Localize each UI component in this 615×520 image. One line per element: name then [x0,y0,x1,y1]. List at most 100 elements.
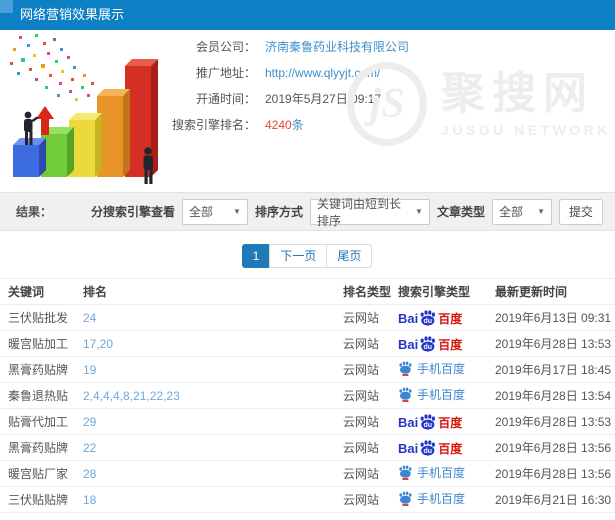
keyword-cell: 暖宫贴厂家 [0,461,80,487]
baidu-logo: Baidu百度 [398,440,462,455]
header-section: 会员公司： 济南秦鲁药业科技有限公司 推广地址： http://www.qlyy… [0,30,615,192]
chevron-down-icon: ▼ [415,207,423,216]
chevron-down-icon: ▼ [233,207,241,216]
next-page-button[interactable]: 下一页 [269,244,327,268]
rank-count-label: 搜索引擎排名： [168,116,256,133]
member-company-label: 会员公司： [168,38,256,55]
baidu-paw-icon: du [419,414,437,430]
baidu-paw-icon: du [419,440,437,456]
updated-cell: 2019年6月17日 18:45 [492,357,615,383]
rank-type-cell: 云网站 [340,487,395,513]
keyword-cell: 三伏贴批发 [0,305,80,331]
last-page-button[interactable]: 尾页 [326,244,372,268]
rank-type-cell: 云网站 [340,461,395,487]
table-row: 黑膏药贴牌22云网站Baidu百度 2019年6月28日 13:56 [0,435,615,461]
col-keyword: 关键词 [0,279,80,305]
keyword-cell: 黑膏药贴牌 [0,435,80,461]
svg-text:du: du [424,448,433,455]
rank-cell[interactable]: 18 [80,487,340,513]
updated-cell: 2019年6月28日 13:54 [492,383,615,409]
tab-corner-accent [0,0,13,13]
sort-selected: 关键词由短到长排序 [317,195,410,229]
mobile-baidu-logo: 手机百度 [398,490,465,507]
article-type-label: 文章类型 [437,203,485,220]
submit-button[interactable]: 提交 [559,199,603,225]
open-time-value: 2019年5月27日 09:17 [265,90,381,107]
col-updated: 最新更新时间 [492,279,615,305]
updated-cell: 2019年6月13日 09:31 [492,305,615,331]
baidu-paw-icon: du [419,336,437,352]
mobile-baidu-logo: 手机百度 [398,386,465,403]
keyword-cell: 暖宫贴加工 [0,331,80,357]
engine-cell: Baidu百度 [395,435,492,461]
table-row: 贴膏代加工29云网站Baidu百度2019年6月28日 13:53 [0,409,615,435]
engine-cell: Baidu百度 [395,409,492,435]
engine-cell: 手机百度 [395,461,492,487]
svg-text:du: du [424,344,433,351]
mobile-baidu-logo: 手机百度 [398,464,465,481]
rank-cell[interactable]: 22 [80,435,340,461]
col-rank-type: 排名类型 [340,279,395,305]
updated-cell: 2019年6月28日 13:56 [492,461,615,487]
table-row: 三伏贴批发24云网站Baidu百度2019年6月13日 09:31 [0,305,615,331]
member-company-row: 会员公司： 济南秦鲁药业科技有限公司 [168,38,409,55]
baidu-logo: Baidu百度 [398,414,462,429]
rank-cell[interactable]: 24 [80,305,340,331]
page-title: 网络营销效果展示 [20,0,124,30]
engine-cell: Baidu百度 [395,305,492,331]
sort-label: 排序方式 [255,203,303,220]
filter-bar: 结果： 分搜索引擎查看 全部 ▼ 排序方式 关键词由短到长排序 ▼ 文章类型 全… [0,192,615,231]
engine-cell: 手机百度 [395,383,492,409]
engine-cell: 手机百度 [395,487,492,513]
mobile-baidu-paw-icon [398,387,413,402]
mobile-baidu-paw-icon [398,465,413,480]
col-engine-type: 搜索引擎类型 [395,279,492,305]
rank-cell[interactable]: 17,20 [80,331,340,357]
table-row: 暖宫贴厂家28云网站手机百度 2019年6月28日 13:56 [0,461,615,487]
baidu-paw-icon: du [419,310,437,326]
watermark-name: 聚搜网 [441,70,611,118]
page-button-1[interactable]: 1 [242,244,271,268]
rank-cell[interactable]: 28 [80,461,340,487]
updated-cell: 2019年6月28日 13:56 [492,435,615,461]
rank-cell[interactable]: 2,4,4,4,8,21,22,23 [80,383,340,409]
engine-view-selected: 全部 [189,203,213,220]
promo-url-label: 推广地址： [168,64,256,81]
updated-cell: 2019年6月21日 16:30 [492,487,615,513]
watermark-subtitle: JUSOU NETWORK [441,122,611,138]
keyword-cell: 贴膏代加工 [0,409,80,435]
promo-url-row: 推广地址： http://www.qlyyjt.com/ [168,64,409,81]
engine-cell: Baidu百度 [395,331,492,357]
svg-text:du: du [424,318,433,325]
rank-type-cell: 云网站 [340,435,395,461]
keyword-cell: 秦鲁退热贴 [0,383,80,409]
results-table: 关键词 排名 排名类型 搜索引擎类型 最新更新时间 三伏贴批发24云网站Baid… [0,278,615,513]
pagination: 1 下一页 尾页 [0,244,615,268]
table-row: 三伏贴贴牌18云网站手机百度2019年6月21日 16:30 [0,487,615,513]
table-row: 黑膏药贴牌19云网站手机百度2019年6月17日 18:45 [0,357,615,383]
open-time-row: 开通时间： 2019年5月27日 09:17 [168,90,409,107]
mobile-baidu-paw-icon [398,361,413,376]
engine-view-select[interactable]: 全部 ▼ [182,199,248,225]
title-bar: 网络营销效果展示 [0,0,615,30]
updated-cell: 2019年6月28日 13:53 [492,331,615,357]
rank-type-cell: 云网站 [340,357,395,383]
article-type-select[interactable]: 全部 ▼ [492,199,552,225]
rank-cell[interactable]: 19 [80,357,340,383]
mobile-baidu-logo: 手机百度 [398,360,465,377]
result-label: 结果： [16,203,52,220]
promo-url-link[interactable]: http://www.qlyyjt.com/ [265,66,380,80]
member-company-link[interactable]: 济南秦鲁药业科技有限公司 [265,38,409,55]
chevron-down-icon: ▼ [537,207,545,216]
rank-type-cell: 云网站 [340,305,395,331]
rank-type-cell: 云网站 [340,409,395,435]
sort-select[interactable]: 关键词由短到长排序 ▼ [310,199,430,225]
rank-type-cell: 云网站 [340,383,395,409]
mobile-baidu-paw-icon [398,491,413,506]
engine-cell: 手机百度 [395,357,492,383]
rank-cell[interactable]: 29 [80,409,340,435]
table-row: 暖宫贴加工17,20云网站Baidu百度2019年6月28日 13:53 [0,331,615,357]
article-type-selected: 全部 [499,203,523,220]
engine-view-label: 分搜索引擎查看 [91,203,175,220]
open-time-label: 开通时间： [168,90,256,107]
